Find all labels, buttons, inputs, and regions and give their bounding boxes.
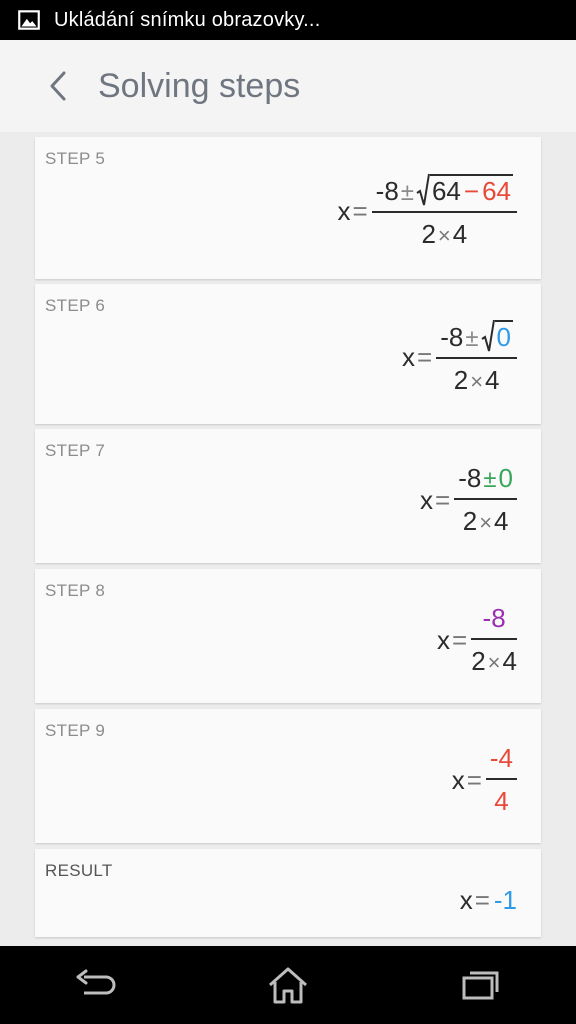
denominator-factor: 2: [471, 646, 486, 676]
step-equation: x = -8 ± 0 2×4: [402, 319, 517, 396]
fraction: -8 ± 0 2×4: [436, 319, 517, 396]
nav-recents-button[interactable]: [450, 955, 510, 1015]
variable: x: [459, 885, 473, 915]
equals-sign: =: [417, 342, 433, 372]
numerator-value: -8: [440, 322, 464, 352]
denominator-factor: 2: [453, 365, 469, 395]
back-arrow-icon: [76, 969, 116, 995]
denominator-factor: 4: [452, 219, 468, 249]
denominator: 2×4: [421, 213, 467, 250]
step-label: STEP 7: [45, 441, 106, 460]
step-card: STEP 6 x = -8 ± 0 2×4: [35, 284, 541, 424]
denominator: 2×4: [471, 640, 517, 677]
plus-minus-sign: ±: [483, 466, 497, 493]
result-card: RESULT x = -1: [35, 849, 541, 937]
radical-sign: [480, 319, 495, 352]
numerator-value: -8: [458, 463, 482, 493]
app-bar: Solving steps: [0, 40, 576, 132]
equals-sign: =: [452, 624, 468, 655]
variable: x: [402, 342, 416, 372]
step-equation: x = -8 ± 64 − 64 2×4: [337, 173, 517, 250]
minus-sign: −: [463, 176, 480, 206]
recent-apps-icon: [462, 971, 499, 1000]
variable: x: [337, 196, 351, 226]
equals-sign: =: [352, 196, 368, 226]
denominator: 2×4: [454, 359, 500, 396]
numerator: -8 ± 0: [436, 319, 517, 357]
fraction: -8 ± 0 2×4: [454, 463, 517, 537]
denominator-factor: 2: [462, 506, 478, 536]
denominator-factor: 4: [494, 506, 509, 536]
fraction: -8 ± 64 − 64 2×4: [371, 173, 517, 250]
step-equation: x = -4 4: [452, 743, 517, 817]
fraction: -4 4: [485, 743, 517, 817]
step-card: STEP 9 x = -4 4: [35, 709, 541, 843]
radicand-term-highlight: 0: [496, 322, 511, 352]
status-notification-text: Ukládání snímku obrazovky...: [54, 8, 321, 31]
variable: x: [420, 484, 434, 515]
plus-minus-sign: ±: [465, 325, 479, 352]
radicand: 64 − 64: [429, 174, 513, 207]
equals-sign: =: [466, 764, 482, 795]
square-root: 64 − 64: [416, 173, 513, 207]
home-icon: [269, 967, 307, 1004]
numerator: -4: [486, 743, 517, 778]
numerator-value-highlight: -8: [482, 603, 506, 633]
times-sign: ×: [487, 650, 501, 675]
numerator-value: -8: [375, 176, 399, 206]
step-label: STEP 8: [45, 581, 106, 600]
back-button[interactable]: [38, 66, 78, 106]
nav-home-button[interactable]: [258, 955, 318, 1015]
times-sign: ×: [479, 510, 493, 535]
equals-sign: =: [435, 484, 451, 515]
status-bar: Ukládání snímku obrazovky...: [0, 0, 576, 40]
result-value: -1: [493, 885, 517, 915]
numerator-term-highlight: 0: [498, 463, 513, 493]
step-card: STEP 5 x = -8 ± 64 − 64 2×4: [35, 137, 541, 279]
times-sign: ×: [437, 223, 451, 248]
times-sign: ×: [470, 369, 484, 394]
image-icon: [18, 10, 40, 30]
denominator-factor: 2: [421, 219, 436, 249]
result-equation: x = -1: [460, 885, 517, 916]
equals-sign: =: [474, 885, 490, 915]
page-title: Solving steps: [98, 66, 301, 105]
numerator: -8 ± 64 − 64: [372, 173, 517, 211]
denominator-factor: 4: [502, 646, 517, 676]
step-equation: x = -8 2×4: [437, 603, 517, 677]
step-label: STEP 9: [45, 721, 106, 740]
step-equation: x = -8 ± 0 2×4: [420, 463, 517, 537]
step-label: STEP 6: [45, 296, 106, 315]
plus-minus-sign: ±: [400, 179, 414, 206]
denominator: 2×4: [463, 500, 509, 537]
result-label: RESULT: [45, 861, 113, 880]
denominator-factor: 4: [485, 365, 500, 395]
chevron-left-icon: [50, 71, 66, 101]
variable: x: [437, 624, 451, 655]
step-card: STEP 8 x = -8 2×4: [35, 569, 541, 703]
denominator: 4: [494, 780, 508, 817]
nav-back-button[interactable]: [66, 955, 126, 1015]
variable: x: [451, 764, 465, 795]
radicand-term-highlight: 64: [482, 176, 511, 206]
step-card: STEP 7 x = -8 ± 0 2×4: [35, 429, 541, 563]
radical-sign: [416, 173, 430, 206]
denominator-value-highlight: 4: [494, 786, 509, 816]
step-label: STEP 5: [45, 149, 106, 168]
radicand: 0: [494, 320, 513, 353]
navigation-bar: [0, 946, 576, 1024]
numerator: -8: [479, 603, 510, 638]
numerator: -8 ± 0: [454, 463, 517, 498]
radicand-term: 64: [431, 176, 461, 206]
numerator-value-highlight: -4: [489, 743, 513, 773]
fraction: -8 2×4: [471, 603, 517, 677]
steps-list[interactable]: STEP 5 x = -8 ± 64 − 64 2×4 STEP 6 x = -…: [0, 132, 576, 946]
square-root: 0: [480, 319, 513, 353]
